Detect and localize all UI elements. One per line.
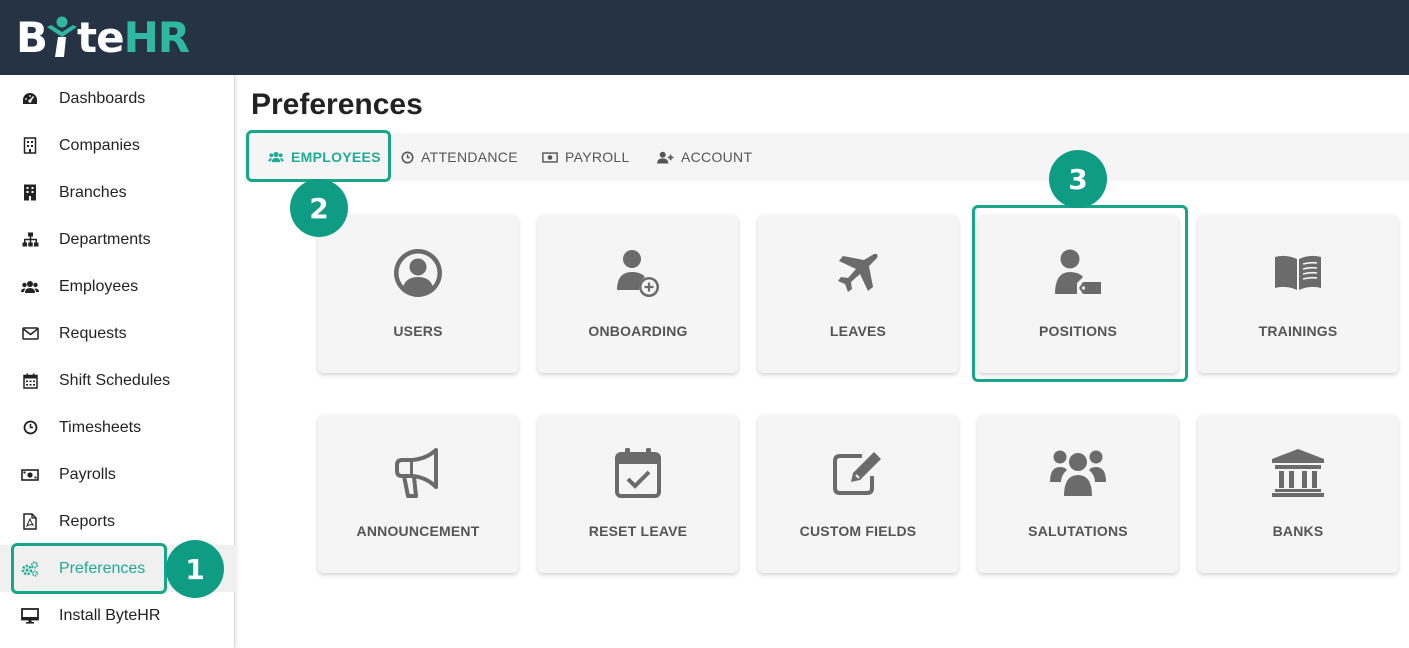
tab-account[interactable]: ACCOUNT <box>657 133 752 181</box>
sidebar-item-label: Dashboards <box>59 89 146 107</box>
money-bill-icon <box>542 151 558 163</box>
card-trainings[interactable]: TRAININGS <box>1198 215 1398 373</box>
card-label: USERS <box>393 323 443 339</box>
card-label: ANNOUNCEMENT <box>356 523 480 539</box>
file-pdf-icon <box>21 513 39 531</box>
card-label: TRAININGS <box>1258 323 1338 339</box>
university-icon <box>1272 449 1324 497</box>
sidebar-item-label: Branches <box>59 183 127 201</box>
building-outline-icon <box>21 137 39 155</box>
book-open-icon <box>1275 255 1321 290</box>
tab-employees[interactable]: EMPLOYEES <box>268 133 381 181</box>
money-bill-icon <box>21 466 39 484</box>
card-label: BANKS <box>1272 523 1324 539</box>
users-icon <box>268 151 284 163</box>
sidebar-item-employees[interactable]: Employees <box>0 263 235 310</box>
users-icon <box>1050 450 1106 496</box>
tab-label: ACCOUNT <box>681 149 753 165</box>
page-title: Preferences <box>251 88 423 121</box>
card-custom-fields[interactable]: CUSTOM FIELDS <box>758 415 958 573</box>
sidebar-item-label: Companies <box>59 136 140 154</box>
building-icon <box>21 184 39 202</box>
sidebar-item-label: Payrolls <box>59 465 116 483</box>
sitemap-icon <box>21 231 39 249</box>
sidebar-item-label: Timesheets <box>59 418 142 436</box>
tab-label: EMPLOYEES <box>291 149 381 165</box>
user-plus-icon <box>657 151 674 164</box>
logo-letters-te: te <box>77 12 125 62</box>
step-badge-2: 2 <box>290 179 348 237</box>
sidebar-item-label: Install ByteHR <box>59 606 161 624</box>
cogs-icon <box>21 560 39 578</box>
logo-figure-icon <box>47 16 78 57</box>
sidebar-item-dashboards[interactable]: Dashboards <box>0 75 235 122</box>
users-icon <box>21 278 39 296</box>
clock-icon <box>401 151 414 163</box>
user-plus-icon <box>617 250 659 297</box>
card-label: SALUTATIONS <box>1028 523 1128 539</box>
envelope-icon <box>21 325 39 343</box>
card-positions[interactable]: POSITIONS <box>978 215 1178 373</box>
sidebar-item-label: Departments <box>59 230 151 248</box>
card-label: RESET LEAVE <box>588 523 688 539</box>
sidebar-item-label: Shift Schedules <box>59 371 171 389</box>
tab-label: PAYROLL <box>565 149 630 165</box>
card-users[interactable]: USERS <box>318 215 518 373</box>
card-onboarding[interactable]: ONBOARDING <box>538 215 738 373</box>
sidebar-item-label: Requests <box>59 324 127 342</box>
user-circle-icon <box>394 249 442 297</box>
tachometer-icon <box>21 90 39 108</box>
card-label: ONBOARDING <box>588 323 688 339</box>
desktop-icon <box>21 607 39 625</box>
sidebar-item-shift-schedules[interactable]: Shift Schedules <box>0 357 235 404</box>
card-label: POSITIONS <box>1038 323 1118 339</box>
sidebar-item-timesheets[interactable]: Timesheets <box>0 404 235 451</box>
calendar-icon <box>21 372 39 390</box>
calendar-check-icon <box>615 448 661 498</box>
plane-icon <box>838 253 878 292</box>
card-announcement[interactable]: ANNOUNCEMENT <box>318 415 518 573</box>
card-banks[interactable]: BANKS <box>1198 415 1398 573</box>
top-bar: B te HR <box>0 0 1409 75</box>
clock-icon <box>21 419 39 437</box>
tab-payroll[interactable]: PAYROLL <box>542 133 630 181</box>
logo-letter-b: B <box>16 12 48 62</box>
logo-letters-hr: HR <box>123 12 190 62</box>
edit-icon <box>833 452 881 495</box>
bytehr-logo[interactable]: B te HR <box>16 12 190 62</box>
card-label: CUSTOM FIELDS <box>799 523 917 539</box>
sidebar-item-label: Preferences <box>59 559 146 577</box>
step-badge-3: 3 <box>1049 150 1107 208</box>
card-leaves[interactable]: LEAVES <box>758 215 958 373</box>
preferences-tab-bar: EMPLOYEES ATTENDANCE PAYROLL ACCOUNT <box>244 133 1409 181</box>
sidebar-item-branches[interactable]: Branches <box>0 169 235 216</box>
card-label: LEAVES <box>829 323 887 339</box>
card-salutations[interactable]: SALUTATIONS <box>978 415 1178 573</box>
sidebar-item-requests[interactable]: Requests <box>0 310 235 357</box>
sidebar-item-label: Reports <box>59 512 116 530</box>
sidebar-item-label: Employees <box>59 277 139 295</box>
user-tag-icon <box>1055 249 1101 294</box>
sidebar-item-payrolls[interactable]: Payrolls <box>0 451 235 498</box>
sidebar-item-install-bytehr[interactable]: Install ByteHR <box>0 592 235 639</box>
sidebar-item-departments[interactable]: Departments <box>0 216 235 263</box>
bullhorn-icon <box>395 448 438 498</box>
tab-label: ATTENDANCE <box>421 149 518 165</box>
sidebar-item-companies[interactable]: Companies <box>0 122 235 169</box>
sidebar-item-reports[interactable]: Reports <box>0 498 235 545</box>
tab-attendance[interactable]: ATTENDANCE <box>401 133 518 181</box>
card-reset-leave[interactable]: RESET LEAVE <box>538 415 738 573</box>
step-badge-1: 1 <box>166 540 224 598</box>
